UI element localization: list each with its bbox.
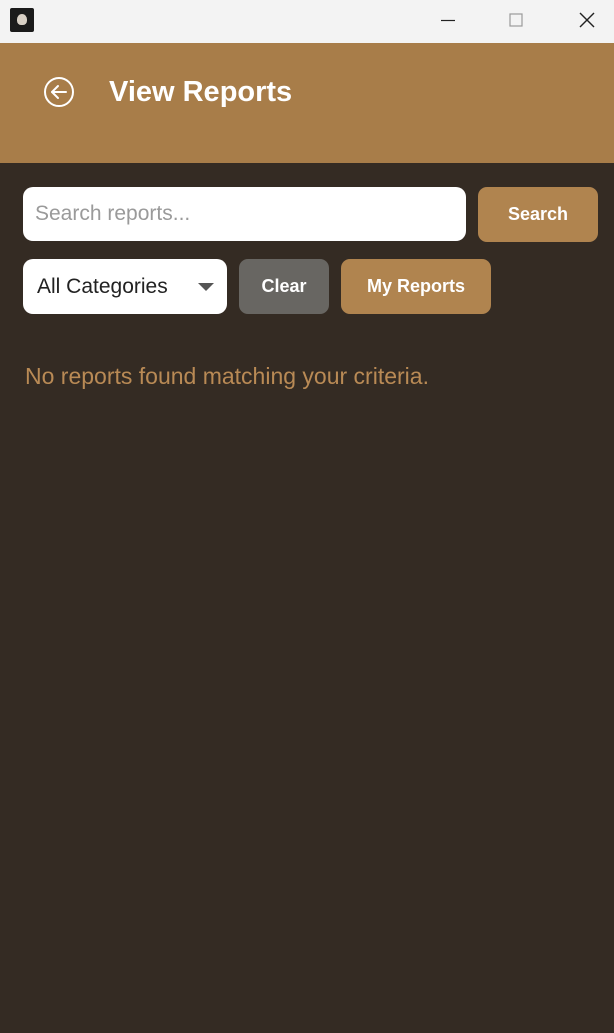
maximize-icon[interactable] [493, 0, 539, 43]
empty-results-message: No reports found matching your criteria. [25, 363, 429, 389]
app-icon [10, 8, 34, 32]
my-reports-button[interactable]: My Reports [341, 259, 491, 314]
search-button[interactable]: Search [478, 187, 598, 242]
category-dropdown[interactable]: All Categories [23, 259, 227, 314]
chevron-down-icon [198, 283, 214, 291]
back-button[interactable] [43, 76, 75, 108]
close-icon[interactable] [564, 0, 610, 43]
arrow-left-circle-icon [44, 77, 74, 107]
search-input[interactable] [23, 187, 466, 241]
page-title: View Reports [109, 76, 293, 108]
page-header: View Reports [0, 43, 614, 163]
minimize-icon[interactable] [425, 0, 471, 43]
category-selected-value: All Categories [37, 275, 168, 298]
clear-button[interactable]: Clear [239, 259, 329, 314]
window-titlebar [0, 0, 614, 43]
